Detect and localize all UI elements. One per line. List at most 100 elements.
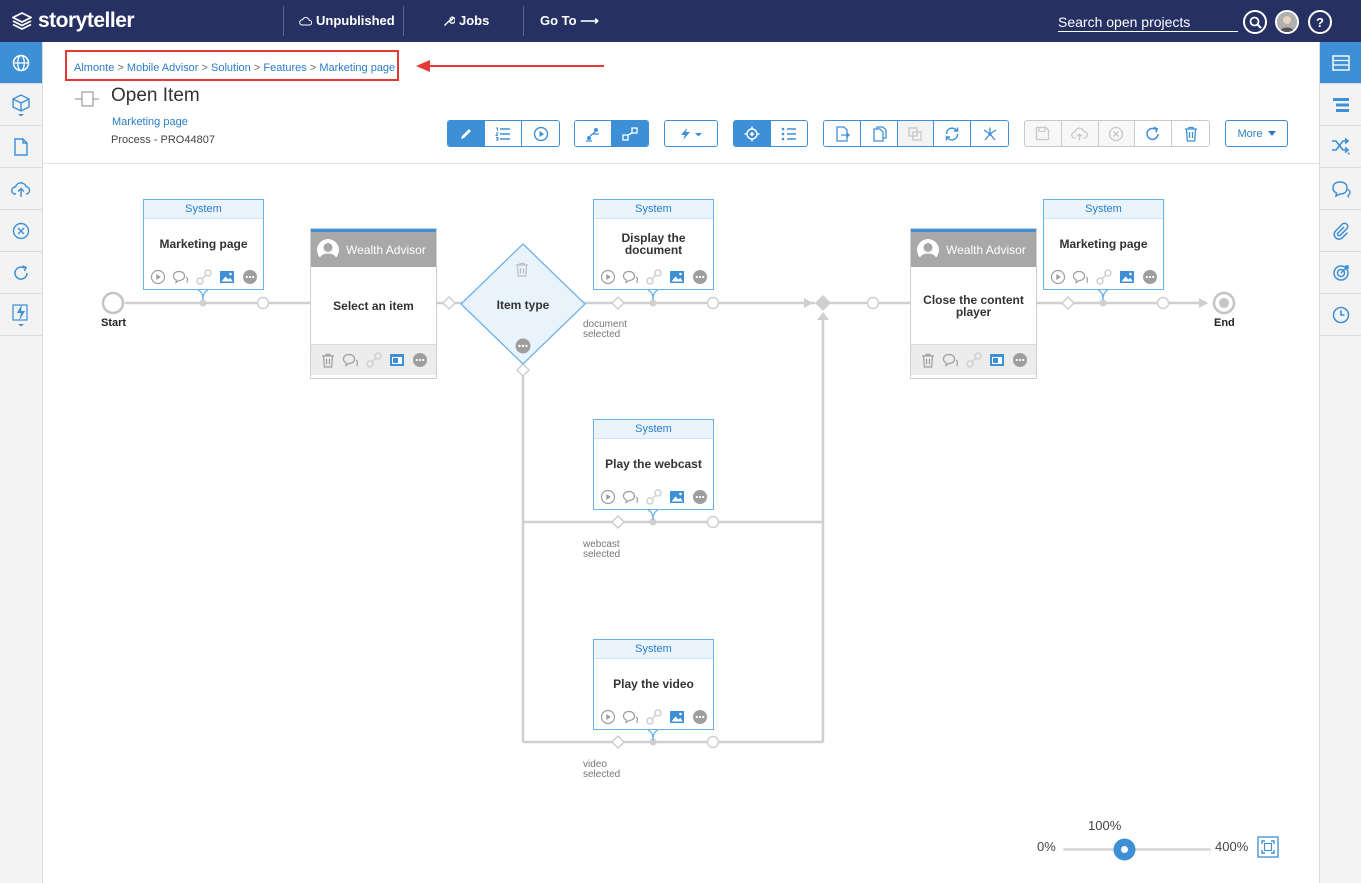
link-icon[interactable] <box>645 708 663 726</box>
step-play-the-webcast[interactable]: System Play the webcast <box>593 419 714 510</box>
step-display-the-document[interactable]: System Display the document <box>593 199 714 290</box>
sidebar-details-button[interactable] <box>1320 42 1361 84</box>
more-icon[interactable] <box>241 268 259 286</box>
publish-button[interactable] <box>1061 121 1099 146</box>
sidebar-outline-button[interactable] <box>1320 84 1361 126</box>
more-icon[interactable] <box>411 351 429 369</box>
more-icon[interactable] <box>1011 351 1029 369</box>
decision-delete-button[interactable] <box>515 262 529 282</box>
breadcrumb-item[interactable]: Mobile Advisor <box>127 62 199 74</box>
checklist-button[interactable] <box>770 121 807 146</box>
sidebar-actions-button[interactable] <box>0 294 42 336</box>
list-mode-button[interactable] <box>485 121 522 146</box>
sidebar-refresh-button[interactable] <box>0 252 42 294</box>
comments-icon[interactable] <box>622 488 640 506</box>
more-icon[interactable] <box>691 488 709 506</box>
redo-button[interactable] <box>1135 121 1173 146</box>
comments-icon[interactable] <box>1072 268 1090 286</box>
discard-button[interactable] <box>1098 121 1136 146</box>
publish-status-button[interactable]: Unpublished <box>299 13 395 28</box>
play-icon[interactable] <box>599 488 617 506</box>
zoom-slider-handle[interactable] <box>1110 838 1139 861</box>
step-marketing-page[interactable]: System Marketing page <box>1043 199 1164 290</box>
export-button[interactable] <box>824 121 861 146</box>
breadcrumb-item[interactable]: Solution <box>211 62 251 74</box>
play-mode-button[interactable] <box>522 121 559 146</box>
decision-more-button[interactable] <box>515 338 531 359</box>
play-icon[interactable] <box>599 268 617 286</box>
goto-button[interactable]: Go To ⟶ <box>540 13 599 29</box>
sync-button[interactable] <box>934 121 972 146</box>
actions-dropdown-button[interactable] <box>665 121 717 146</box>
sidebar-cancel-button[interactable] <box>0 210 42 252</box>
copy-button[interactable] <box>860 121 898 146</box>
play-icon[interactable] <box>599 708 617 726</box>
delete-button[interactable] <box>1172 121 1209 146</box>
comments-icon[interactable] <box>622 708 640 726</box>
more-icon[interactable] <box>691 708 709 726</box>
sidebar-history-button[interactable] <box>1320 294 1361 336</box>
breadcrumb-item[interactable]: Marketing page <box>319 62 395 74</box>
sidebar-document-button[interactable] <box>0 126 42 168</box>
jobs-button[interactable]: Jobs <box>443 13 489 28</box>
play-icon[interactable] <box>149 268 167 286</box>
edit-mode-button[interactable] <box>448 121 485 146</box>
jobs-label: Jobs <box>459 13 490 28</box>
breadcrumb-item[interactable]: Features <box>263 62 306 74</box>
fit-to-screen-button[interactable] <box>1257 836 1279 858</box>
step-select-an-item[interactable]: Wealth Advisor Select an item <box>310 228 437 379</box>
process-diagram-canvas[interactable]: Start End Item type System Marketing pag… <box>43 164 1319 883</box>
comments-icon[interactable] <box>942 351 960 369</box>
screen-icon[interactable] <box>388 351 406 369</box>
trash-icon[interactable] <box>919 351 937 369</box>
avatar[interactable] <box>1275 10 1299 34</box>
decision-label[interactable]: Item type <box>463 298 583 312</box>
sidebar-attachments-button[interactable] <box>1320 210 1361 252</box>
link-icon[interactable] <box>645 488 663 506</box>
search-input[interactable] <box>1058 12 1238 32</box>
image-icon[interactable] <box>1118 268 1136 286</box>
more-icon[interactable] <box>691 268 709 286</box>
step-label: Play the video <box>613 676 694 691</box>
sidebar-goals-button[interactable] <box>1320 252 1361 294</box>
storyteller-logo[interactable]: storyteller <box>12 9 135 33</box>
play-icon[interactable] <box>1049 268 1067 286</box>
parent-link[interactable]: Marketing page <box>112 116 188 128</box>
connect-button[interactable] <box>971 121 1008 146</box>
trash-icon[interactable] <box>319 351 337 369</box>
search-button[interactable] <box>1243 10 1267 34</box>
link-icon[interactable] <box>645 268 663 286</box>
image-icon[interactable] <box>668 268 686 286</box>
system-view-button[interactable] <box>611 121 648 146</box>
breadcrumb-item[interactable]: Almonte <box>74 62 114 74</box>
sidebar-upload-button[interactable] <box>0 168 42 210</box>
edit-actions-group <box>1024 120 1210 147</box>
focus-button[interactable] <box>734 121 771 146</box>
link-icon[interactable] <box>1095 268 1113 286</box>
image-icon[interactable] <box>218 268 236 286</box>
cube-icon <box>12 93 30 116</box>
screen-icon[interactable] <box>988 351 1006 369</box>
more-icon[interactable] <box>1141 268 1159 286</box>
comments-icon[interactable] <box>342 351 360 369</box>
save-button[interactable] <box>1025 121 1062 146</box>
step-marketing-page[interactable]: System Marketing page <box>143 199 264 290</box>
comments-icon[interactable] <box>622 268 640 286</box>
sidebar-cube-button[interactable] <box>0 84 42 126</box>
role-view-button[interactable] <box>575 121 612 146</box>
step-close-the-content-player[interactable]: Wealth Advisor Close the content player <box>910 228 1037 379</box>
sidebar-variations-button[interactable]: * <box>1320 126 1361 168</box>
link-icon[interactable] <box>365 351 383 369</box>
link-icon[interactable] <box>965 351 983 369</box>
step-play-the-video[interactable]: System Play the video <box>593 639 714 730</box>
image-icon[interactable] <box>668 708 686 726</box>
image-icon[interactable] <box>668 488 686 506</box>
sidebar-globe-button[interactable] <box>0 42 42 84</box>
merge-button[interactable] <box>897 121 935 146</box>
sidebar-comments-button[interactable] <box>1320 168 1361 210</box>
help-button[interactable]: ? <box>1308 10 1332 34</box>
link-icon[interactable] <box>195 268 213 286</box>
step-toolbar <box>311 344 436 375</box>
comments-icon[interactable] <box>172 268 190 286</box>
more-menu-button[interactable]: More <box>1225 120 1288 147</box>
